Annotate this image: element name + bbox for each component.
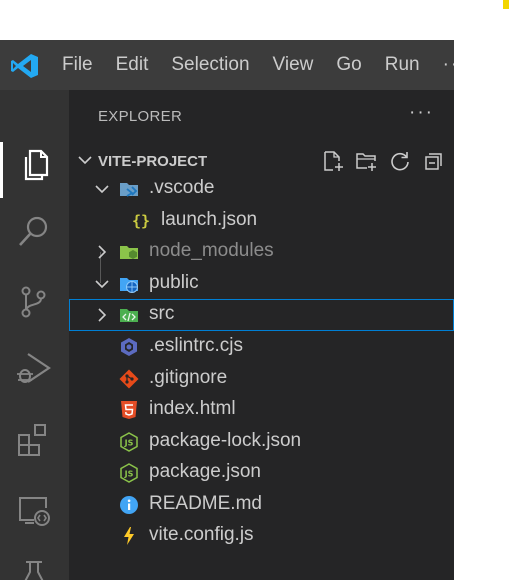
refresh-icon[interactable] <box>388 149 412 173</box>
vscode-window: File Edit Selection View Go Run ··· <box>0 40 454 580</box>
section-actions <box>321 149 451 175</box>
menu-go[interactable]: Go <box>336 54 361 76</box>
nodejs-file-icon: JS <box>120 432 138 452</box>
explorer-title: EXPLORER <box>98 108 183 125</box>
tree-item-label: src <box>149 303 175 324</box>
active-indicator <box>0 142 3 198</box>
json-file-icon: {} <box>131 212 151 230</box>
tree-item-label: .gitignore <box>149 367 228 388</box>
menu-run[interactable]: Run <box>385 54 420 76</box>
info-file-icon <box>120 496 138 514</box>
node-modules-folder-icon <box>120 246 138 259</box>
remote-explorer-icon[interactable] <box>14 490 54 530</box>
chevron-down-icon <box>78 156 92 165</box>
tree-item-label: README.md <box>149 493 262 514</box>
tree-item-eslintrc[interactable]: .eslintrc.cjs <box>69 331 454 362</box>
tree-item-package-lock-json[interactable]: JS package-lock.json <box>69 426 454 457</box>
public-folder-icon <box>120 278 138 293</box>
tree-item-label: .eslintrc.cjs <box>149 335 243 356</box>
tree-item-readme[interactable]: README.md <box>69 489 454 520</box>
run-debug-icon[interactable] <box>14 348 54 388</box>
explorer-more-actions[interactable]: ··· <box>409 102 434 124</box>
chevron-down-icon <box>95 280 109 289</box>
source-control-icon[interactable] <box>14 282 54 322</box>
nodejs-file-icon: JS <box>120 463 138 483</box>
eslint-file-icon <box>121 338 137 356</box>
menu-view[interactable]: View <box>273 54 314 76</box>
vite-lightning-icon <box>124 527 134 545</box>
extensions-icon[interactable] <box>14 420 54 460</box>
vscode-folder-icon <box>120 183 138 197</box>
new-file-icon[interactable] <box>321 149 345 173</box>
menu-file[interactable]: File <box>62 54 93 76</box>
menu-edit[interactable]: Edit <box>116 54 149 76</box>
svg-text:JS: JS <box>124 470 134 479</box>
vscode-logo-icon <box>11 54 38 78</box>
tree-item-label: launch.json <box>161 209 258 230</box>
tree-item-vite-config[interactable]: vite.config.js <box>69 520 454 551</box>
tree-item-label: index.html <box>149 398 236 419</box>
git-file-icon <box>119 369 139 389</box>
tree-item-launch-json[interactable]: {} launch.json <box>69 205 454 236</box>
svg-text:JS: JS <box>124 439 134 448</box>
tree-item-label: node_modules <box>149 240 274 261</box>
tree-item-package-json[interactable]: JS package.json <box>69 457 454 488</box>
collapse-all-icon[interactable] <box>422 149 446 173</box>
new-folder-icon[interactable] <box>354 149 378 173</box>
tree-item-gitignore[interactable]: .gitignore <box>69 363 454 394</box>
html-file-icon <box>121 401 137 419</box>
tree-item-label: vite.config.js <box>149 524 254 545</box>
explorer-sidebar: EXPLORER ··· VITE-PROJECT .vscode {} lau… <box>69 90 454 580</box>
src-folder-icon <box>120 309 138 322</box>
explorer-icon[interactable] <box>14 145 54 185</box>
tree-item-label: package.json <box>149 461 261 482</box>
title-bar: File Edit Selection View Go Run ··· <box>0 40 454 90</box>
project-name: VITE-PROJECT <box>98 153 208 170</box>
tree-item-vscode[interactable]: .vscode <box>69 173 454 204</box>
corner-marker <box>503 0 509 9</box>
chevron-right-icon <box>98 308 107 322</box>
menu-selection[interactable]: Selection <box>171 54 249 76</box>
menu-more[interactable]: ··· <box>443 54 454 76</box>
chevron-right-icon <box>98 245 107 259</box>
menu-bar: File Edit Selection View Go Run ··· <box>62 40 454 90</box>
testing-icon[interactable] <box>14 556 54 580</box>
project-section-header[interactable]: VITE-PROJECT <box>69 146 454 176</box>
tree-item-label: .vscode <box>149 177 215 198</box>
tree-item-label: public <box>149 272 199 293</box>
tree-item-node-modules[interactable]: node_modules <box>69 236 454 267</box>
tree-item-src[interactable]: src <box>69 299 454 331</box>
activity-bar <box>0 90 69 580</box>
chevron-down-icon <box>95 185 109 194</box>
tree-item-index-html[interactable]: index.html <box>69 394 454 425</box>
search-icon[interactable] <box>14 212 54 252</box>
tree-item-public[interactable]: public <box>69 268 454 299</box>
tree-item-label: package-lock.json <box>149 430 302 451</box>
